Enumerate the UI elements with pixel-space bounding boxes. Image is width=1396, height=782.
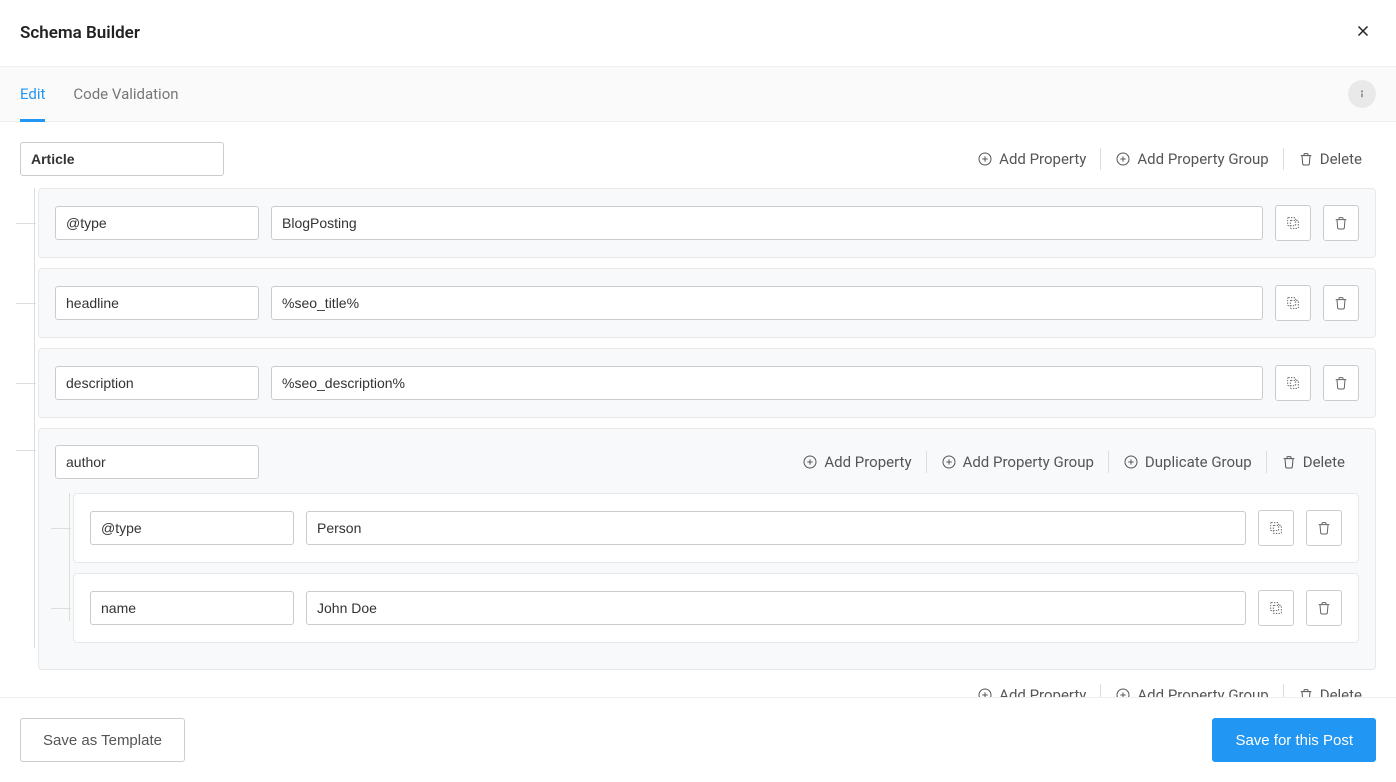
add-property-group-button[interactable]: Add Property Group xyxy=(1100,684,1282,697)
property-value-input[interactable] xyxy=(271,366,1263,400)
delete-row-button[interactable] xyxy=(1323,205,1359,241)
copy-icon xyxy=(1268,600,1284,616)
page-title: Schema Builder xyxy=(20,23,140,43)
tabs-bar: Edit Code Validation xyxy=(0,66,1396,122)
add-property-label: Add Property xyxy=(824,453,911,471)
property-value-input[interactable] xyxy=(271,286,1263,320)
trash-icon xyxy=(1333,215,1349,231)
property-row xyxy=(38,188,1376,258)
info-button[interactable] xyxy=(1348,80,1376,108)
add-property-button[interactable]: Add Property xyxy=(788,451,925,473)
close-icon xyxy=(1354,22,1372,40)
info-icon xyxy=(1354,86,1370,102)
duplicate-group-button[interactable]: Duplicate Group xyxy=(1108,451,1266,473)
delete-label: Delete xyxy=(1303,453,1345,471)
delete-row-button[interactable] xyxy=(1323,285,1359,321)
property-key-input[interactable] xyxy=(55,206,259,240)
property-row xyxy=(38,348,1376,418)
root-header-actions: Add Property Add Property Group Delete xyxy=(963,148,1376,170)
bottom-header-actions: Add Property Add Property Group Delete xyxy=(963,684,1376,697)
plus-circle-icon xyxy=(802,454,818,470)
trash-icon xyxy=(1316,520,1332,536)
add-property-group-label: Add Property Group xyxy=(963,453,1094,471)
save-as-template-button[interactable]: Save as Template xyxy=(20,718,185,762)
property-value-input[interactable] xyxy=(271,206,1263,240)
plus-circle-icon xyxy=(977,687,993,697)
property-card xyxy=(73,493,1359,563)
add-property-group-button[interactable]: Add Property Group xyxy=(926,451,1108,473)
add-property-group-label: Add Property Group xyxy=(1137,686,1268,697)
property-key-input[interactable] xyxy=(55,366,259,400)
property-value-input[interactable] xyxy=(306,591,1246,625)
property-row xyxy=(38,268,1376,338)
property-card xyxy=(73,573,1359,643)
property-key-input[interactable] xyxy=(90,511,294,545)
tab-edit[interactable]: Edit xyxy=(20,67,45,122)
property-value-input[interactable] xyxy=(306,511,1246,545)
property-row xyxy=(73,573,1359,643)
delete-label: Delete xyxy=(1320,686,1362,697)
copy-icon xyxy=(1268,520,1284,536)
delete-label: Delete xyxy=(1320,150,1362,168)
trash-icon xyxy=(1333,375,1349,391)
root-group-header: Add Property Add Property Group Delete xyxy=(20,142,1376,176)
duplicate-button[interactable] xyxy=(1258,590,1294,626)
close-button[interactable] xyxy=(1350,18,1376,48)
content-area: Add Property Add Property Group Delete xyxy=(0,122,1396,697)
add-property-group-label: Add Property Group xyxy=(1137,150,1268,168)
add-property-label: Add Property xyxy=(999,686,1086,697)
add-property-button[interactable]: Add Property xyxy=(963,684,1100,697)
property-key-input[interactable] xyxy=(55,286,259,320)
subgroup-label-input[interactable] xyxy=(55,445,259,479)
subgroup-header-actions: Add Property Add Property Group Duplicat… xyxy=(788,451,1359,473)
add-property-label: Add Property xyxy=(999,150,1086,168)
delete-group-button[interactable]: Delete xyxy=(1283,148,1376,170)
duplicate-button[interactable] xyxy=(1275,365,1311,401)
plus-circle-icon xyxy=(941,454,957,470)
modal-header: Schema Builder xyxy=(0,0,1396,66)
duplicate-button[interactable] xyxy=(1275,205,1311,241)
trash-icon xyxy=(1281,454,1297,470)
duplicate-button[interactable] xyxy=(1275,285,1311,321)
copy-icon xyxy=(1285,215,1301,231)
plus-circle-icon xyxy=(1123,454,1139,470)
copy-icon xyxy=(1285,375,1301,391)
footer: Save as Template Save for this Post xyxy=(0,697,1396,782)
trash-icon xyxy=(1298,151,1314,167)
plus-circle-icon xyxy=(1115,687,1131,697)
copy-icon xyxy=(1285,295,1301,311)
subgroup-header: Add Property Add Property Group Duplicat… xyxy=(55,445,1359,479)
bottom-actions-row: Add Property Add Property Group Delete xyxy=(20,684,1376,697)
delete-row-button[interactable] xyxy=(1306,510,1342,546)
property-card xyxy=(38,188,1376,258)
subgroup-body xyxy=(73,493,1359,643)
duplicate-group-label: Duplicate Group xyxy=(1145,453,1252,471)
root-group-label-input[interactable] xyxy=(20,142,224,176)
add-property-button[interactable]: Add Property xyxy=(963,148,1100,170)
add-property-group-button[interactable]: Add Property Group xyxy=(1100,148,1282,170)
delete-group-button[interactable]: Delete xyxy=(1266,451,1359,473)
trash-icon xyxy=(1333,295,1349,311)
save-for-this-post-button[interactable]: Save for this Post xyxy=(1212,718,1376,762)
delete-row-button[interactable] xyxy=(1323,365,1359,401)
trash-icon xyxy=(1298,687,1314,697)
tab-code-validation[interactable]: Code Validation xyxy=(73,67,178,122)
delete-row-button[interactable] xyxy=(1306,590,1342,626)
subgroup-wrap: Add Property Add Property Group Duplicat… xyxy=(38,428,1376,670)
property-card xyxy=(38,348,1376,418)
tabs-left: Edit Code Validation xyxy=(20,67,179,121)
delete-group-button[interactable]: Delete xyxy=(1283,684,1376,697)
trash-icon xyxy=(1316,600,1332,616)
property-card xyxy=(38,268,1376,338)
plus-circle-icon xyxy=(1115,151,1131,167)
subgroup-card: Add Property Add Property Group Duplicat… xyxy=(38,428,1376,670)
property-row xyxy=(73,493,1359,563)
duplicate-button[interactable] xyxy=(1258,510,1294,546)
plus-circle-icon xyxy=(977,151,993,167)
root-group-body: Add Property Add Property Group Duplicat… xyxy=(38,188,1376,670)
property-key-input[interactable] xyxy=(90,591,294,625)
